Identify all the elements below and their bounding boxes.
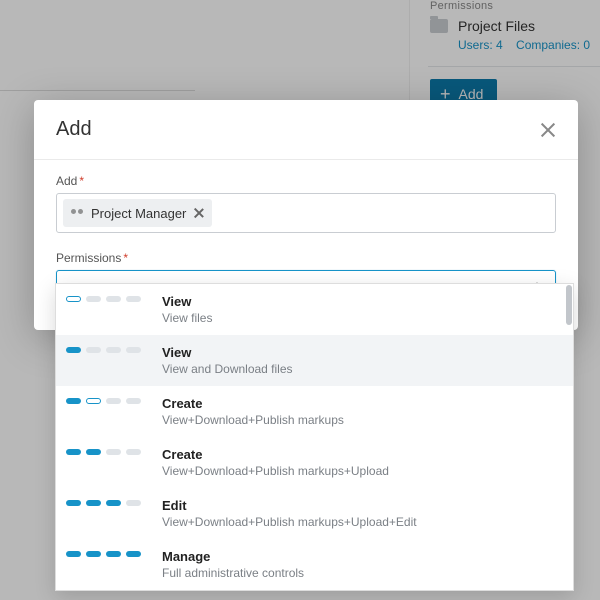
permission-level-indicator: [66, 396, 148, 427]
level-pill: [106, 449, 121, 455]
permission-option-desc: View files: [162, 311, 212, 325]
level-pill: [126, 347, 141, 353]
permission-level-indicator: [66, 549, 148, 580]
level-pill: [86, 551, 101, 557]
level-pill: [66, 500, 81, 506]
remove-chip-icon[interactable]: [194, 208, 204, 218]
permission-option-title: View: [162, 294, 212, 309]
modal-header: Add: [34, 100, 578, 160]
permissions-field-label-text: Permissions: [56, 251, 121, 265]
level-pill: [86, 398, 101, 404]
permission-option-title: Create: [162, 396, 344, 411]
permission-option[interactable]: View View files: [56, 284, 573, 335]
level-pill: [106, 347, 121, 353]
permission-option[interactable]: View View and Download files: [56, 335, 573, 386]
permission-option[interactable]: Create View+Download+Publish markups+Uplo…: [56, 437, 573, 488]
level-pill: [106, 296, 121, 302]
level-pill: [126, 296, 141, 302]
permission-option-text: View View and Download files: [162, 345, 293, 376]
permission-option-desc: View+Download+Publish markups+Upload+Edi…: [162, 515, 417, 529]
permission-option-title: View: [162, 345, 293, 360]
permission-option-desc: Full administrative controls: [162, 566, 304, 580]
permission-option-text: View View files: [162, 294, 212, 325]
add-role-input[interactable]: Project Manager: [56, 193, 556, 233]
permission-option-desc: View+Download+Publish markups: [162, 413, 344, 427]
permission-option-text: Create View+Download+Publish markups: [162, 396, 344, 427]
level-pill: [106, 398, 121, 404]
level-pill: [66, 398, 81, 404]
group-icon: [71, 209, 83, 217]
level-pill: [66, 449, 81, 455]
permission-option-text: Manage Full administrative controls: [162, 549, 304, 580]
level-pill: [126, 500, 141, 506]
role-chip-label: Project Manager: [91, 206, 186, 221]
required-marker: *: [123, 251, 128, 265]
modal-title: Add: [56, 118, 92, 141]
role-chip: Project Manager: [63, 199, 212, 227]
level-pill: [86, 449, 101, 455]
level-pill: [66, 551, 81, 557]
level-pill: [126, 398, 141, 404]
permission-level-indicator: [66, 498, 148, 529]
level-pill: [86, 347, 101, 353]
permission-option-title: Edit: [162, 498, 417, 513]
level-pill: [66, 347, 81, 353]
level-pill: [86, 500, 101, 506]
permission-level-indicator: [66, 447, 148, 478]
add-field-label-text: Add: [56, 174, 77, 188]
permission-option[interactable]: Create View+Download+Publish markups: [56, 386, 573, 437]
permission-option-text: Edit View+Download+Publish markups+Upload…: [162, 498, 417, 529]
level-pill: [66, 296, 81, 302]
permission-option-title: Manage: [162, 549, 304, 564]
level-pill: [126, 551, 141, 557]
permission-option-text: Create View+Download+Publish markups+Uplo…: [162, 447, 389, 478]
permissions-field-label: Permissions*: [56, 251, 556, 265]
scrollbar-thumb[interactable]: [566, 285, 572, 325]
permission-option-desc: View+Download+Publish markups+Upload: [162, 464, 389, 478]
level-pill: [86, 296, 101, 302]
permission-option[interactable]: Edit View+Download+Publish markups+Upload…: [56, 488, 573, 539]
permission-level-indicator: [66, 294, 148, 325]
permission-level-indicator: [66, 345, 148, 376]
level-pill: [126, 449, 141, 455]
permission-option[interactable]: Manage Full administrative controls: [56, 539, 573, 590]
close-icon[interactable]: [540, 122, 556, 138]
permission-option-title: Create: [162, 447, 389, 462]
permission-option-desc: View and Download files: [162, 362, 293, 376]
add-field-label: Add*: [56, 174, 556, 188]
level-pill: [106, 551, 121, 557]
required-marker: *: [79, 174, 84, 188]
level-pill: [106, 500, 121, 506]
permission-dropdown[interactable]: View View files View View and Download file…: [55, 283, 574, 591]
